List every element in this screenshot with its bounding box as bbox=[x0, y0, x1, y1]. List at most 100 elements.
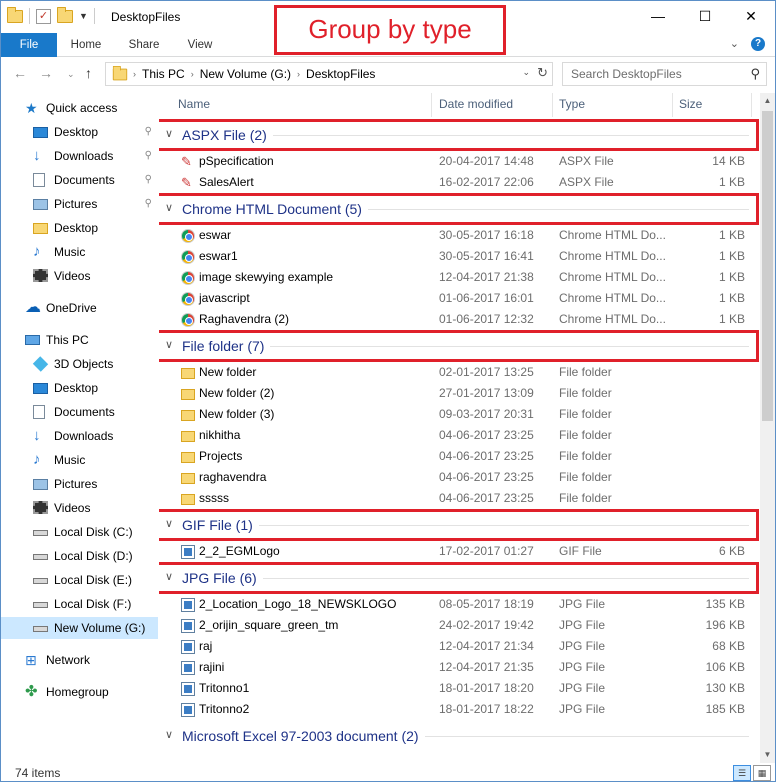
file-row[interactable]: New folder (3) 09-03-2017 20:31 File folde… bbox=[159, 404, 759, 425]
breadcrumb-desktopfiles[interactable]: DesktopFiles bbox=[301, 67, 380, 81]
file-type: ASPX File bbox=[559, 175, 614, 189]
sidebar-item[interactable]: Desktop ⚲ bbox=[1, 121, 158, 143]
sidebar-item[interactable]: ⊞ Network bbox=[1, 649, 158, 671]
vertical-scrollbar[interactable]: ▲ ▼ bbox=[760, 93, 775, 763]
videos-icon bbox=[33, 269, 48, 282]
file-row[interactable]: ✎ SalesAlert 16-02-2017 22:06 ASPX File 1 KB bbox=[159, 172, 759, 193]
address-history-chevron-icon[interactable]: ⌄ bbox=[522, 67, 530, 78]
help-icon[interactable]: ? bbox=[751, 37, 765, 51]
folder-icon bbox=[181, 389, 195, 400]
customize-toolbar-chevron-icon[interactable]: ▼ bbox=[79, 11, 88, 21]
minimize-button[interactable]: — bbox=[635, 1, 681, 31]
pin-icon[interactable]: ⚲ bbox=[145, 193, 152, 215]
column-divider[interactable] bbox=[672, 93, 673, 117]
sidebar-item[interactable]: Pictures ⚲ bbox=[1, 193, 158, 215]
sidebar-item[interactable]: ☁ OneDrive bbox=[1, 297, 158, 319]
sidebar-item[interactable]: 3D Objects bbox=[1, 353, 158, 375]
close-button[interactable]: ✕ bbox=[728, 1, 774, 31]
file-row[interactable]: 2_2_EGMLogo 17-02-2017 01:27 GIF File 6 KB bbox=[159, 541, 759, 562]
sidebar-item[interactable]: Local Disk (E:) bbox=[1, 569, 158, 591]
sidebar-item[interactable]: ↓ Downloads bbox=[1, 425, 158, 447]
file-row[interactable]: New folder 02-01-2017 13:25 File folder bbox=[159, 362, 759, 383]
properties-icon[interactable]: ✓ bbox=[36, 8, 51, 24]
file-row[interactable]: eswar 30-05-2017 16:18 Chrome HTML Do... 1 … bbox=[159, 225, 759, 246]
file-row[interactable]: ✎ pSpecification 20-04-2017 14:48 ASPX File… bbox=[159, 151, 759, 172]
column-header-name[interactable]: Name bbox=[178, 93, 210, 115]
column-header-type[interactable]: Type bbox=[559, 93, 585, 115]
group-header[interactable]: ∨ Microsoft Excel 97-2003 document (2) bbox=[159, 725, 759, 747]
sidebar-item[interactable]: Desktop bbox=[1, 377, 158, 399]
sidebar-item[interactable]: ✤ Homegroup bbox=[1, 681, 158, 703]
file-row[interactable]: sssss 04-06-2017 23:25 File folder bbox=[159, 488, 759, 509]
file-size: 130 KB bbox=[705, 681, 745, 695]
file-type: File folder bbox=[559, 407, 612, 421]
refresh-icon[interactable]: ↻ bbox=[537, 65, 548, 81]
sidebar-item[interactable]: New Volume (G:) bbox=[1, 617, 158, 639]
scrollbar-thumb[interactable] bbox=[762, 111, 773, 421]
pin-icon[interactable]: ⚲ bbox=[145, 145, 152, 167]
address-bar[interactable]: › This PC › New Volume (G:) › DesktopFil… bbox=[105, 62, 553, 86]
search-icon[interactable]: ⚲ bbox=[750, 63, 760, 85]
sidebar-item[interactable]: Local Disk (F:) bbox=[1, 593, 158, 615]
file-row[interactable]: Tritonno1 18-01-2017 18:20 JPG File 130 KB bbox=[159, 678, 759, 699]
sidebar-item[interactable]: Videos bbox=[1, 497, 158, 519]
collapse-chevron-icon[interactable]: ∨ bbox=[165, 728, 173, 741]
tab-home[interactable]: Home bbox=[63, 33, 109, 57]
sidebar-item[interactable]: Documents bbox=[1, 401, 158, 423]
image-file-icon bbox=[181, 661, 195, 675]
search-input[interactable]: Search DesktopFiles ⚲ bbox=[562, 62, 767, 86]
column-header-size[interactable]: Size bbox=[679, 93, 702, 115]
file-row[interactable]: javascript 01-06-2017 16:01 Chrome HTML Do… bbox=[159, 288, 759, 309]
sidebar-item[interactable]: ♪ Music bbox=[1, 449, 158, 471]
file-row[interactable]: Projects 04-06-2017 23:25 File folder bbox=[159, 446, 759, 467]
maximize-button[interactable]: ☐ bbox=[682, 1, 728, 31]
expand-ribbon-chevron-icon[interactable]: ⌄ bbox=[730, 37, 739, 51]
file-row[interactable]: raj 12-04-2017 21:34 JPG File 68 KB bbox=[159, 636, 759, 657]
up-arrow-icon[interactable]: ↑ bbox=[85, 65, 92, 81]
file-row[interactable]: nikhitha 04-06-2017 23:25 File folder bbox=[159, 425, 759, 446]
file-type: File folder bbox=[559, 386, 612, 400]
sidebar-item[interactable]: ★ Quick access bbox=[1, 97, 158, 119]
sidebar-item[interactable]: Documents ⚲ bbox=[1, 169, 158, 191]
pin-icon[interactable]: ⚲ bbox=[145, 121, 152, 143]
sidebar-item[interactable]: This PC bbox=[1, 329, 158, 351]
sidebar-item[interactable]: Local Disk (C:) bbox=[1, 521, 158, 543]
details-view-icon[interactable]: ☰ bbox=[733, 765, 751, 781]
tab-file[interactable]: File bbox=[1, 33, 57, 57]
file-row[interactable]: rajini 12-04-2017 21:35 JPG File 106 KB bbox=[159, 657, 759, 678]
recent-locations-chevron-icon[interactable]: ⌄ bbox=[67, 69, 75, 80]
back-arrow-icon[interactable]: ← bbox=[13, 65, 27, 81]
sidebar-item[interactable]: ↓ Downloads ⚲ bbox=[1, 145, 158, 167]
scroll-down-arrow-icon[interactable]: ▼ bbox=[760, 747, 775, 763]
file-row[interactable]: image skewying example 12-04-2017 21:38 Ch… bbox=[159, 267, 759, 288]
tab-share[interactable]: Share bbox=[121, 33, 167, 57]
file-row[interactable]: eswar1 30-05-2017 16:41 Chrome HTML Do... 1… bbox=[159, 246, 759, 267]
column-header-date-modified[interactable]: Date modified bbox=[439, 93, 513, 115]
search-placeholder: Search DesktopFiles bbox=[571, 67, 682, 81]
forward-arrow-icon[interactable]: → bbox=[39, 65, 53, 81]
new-folder-icon[interactable] bbox=[57, 6, 73, 23]
column-divider[interactable] bbox=[431, 93, 432, 117]
tab-view[interactable]: View bbox=[177, 33, 223, 57]
file-row[interactable]: 2_orijin_square_green_tm 24-02-2017 19:42… bbox=[159, 615, 759, 636]
column-divider[interactable] bbox=[751, 93, 752, 117]
file-row[interactable]: New folder (2) 27-01-2017 13:09 File folde… bbox=[159, 383, 759, 404]
large-icons-view-icon[interactable]: ▦ bbox=[753, 765, 771, 781]
divider bbox=[29, 8, 30, 24]
sidebar-item[interactable]: ♪ Music bbox=[1, 241, 158, 263]
file-row[interactable]: 2_Location_Logo_18_NEWSKLOGO 08-05-2017 1… bbox=[159, 594, 759, 615]
column-divider[interactable] bbox=[552, 93, 553, 117]
file-type: JPG File bbox=[559, 702, 606, 716]
scroll-up-arrow-icon[interactable]: ▲ bbox=[760, 93, 775, 109]
sidebar-item[interactable]: Videos bbox=[1, 265, 158, 287]
sidebar-item[interactable]: Desktop bbox=[1, 217, 158, 239]
file-row[interactable]: Tritonno2 18-01-2017 18:22 JPG File 185 KB bbox=[159, 699, 759, 720]
sidebar-item[interactable]: Local Disk (D:) bbox=[1, 545, 158, 567]
breadcrumb-new-volume[interactable]: New Volume (G:) bbox=[195, 67, 296, 81]
sidebar-item[interactable]: Pictures bbox=[1, 473, 158, 495]
file-row[interactable]: raghavendra 04-06-2017 23:25 File folder bbox=[159, 467, 759, 488]
breadcrumb-this-pc[interactable]: This PC bbox=[137, 67, 190, 81]
pin-icon[interactable]: ⚲ bbox=[145, 169, 152, 191]
sidebar-item-label: Desktop bbox=[54, 125, 99, 139]
file-row[interactable]: Raghavendra (2) 01-06-2017 12:32 Chrome HT… bbox=[159, 309, 759, 330]
